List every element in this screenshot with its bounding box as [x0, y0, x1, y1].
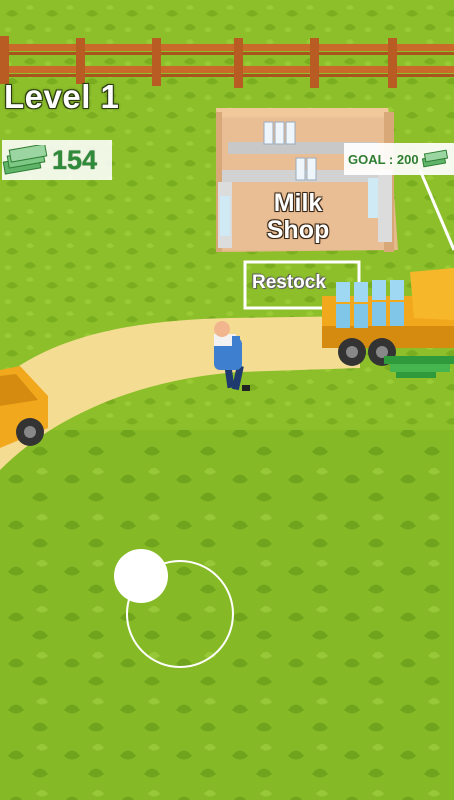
cash-stack-icon	[421, 149, 448, 168]
level-label: Level 1	[4, 78, 120, 115]
game-scene	[0, 0, 454, 800]
joystick-knob[interactable]	[114, 549, 168, 603]
restock-label: Restock	[252, 272, 326, 293]
money-counter: 154	[2, 140, 112, 180]
cash-stack-icon	[2, 145, 48, 175]
goal-panel: GOAL : 200	[344, 143, 454, 175]
shop-name-line2: Shop	[266, 216, 330, 244]
milk-shop-label: Milk Shop	[248, 190, 348, 244]
goal-label: GOAL : 200	[348, 151, 419, 167]
money-amount: 154	[52, 144, 98, 175]
shop-name-line1: Milk	[273, 189, 323, 217]
